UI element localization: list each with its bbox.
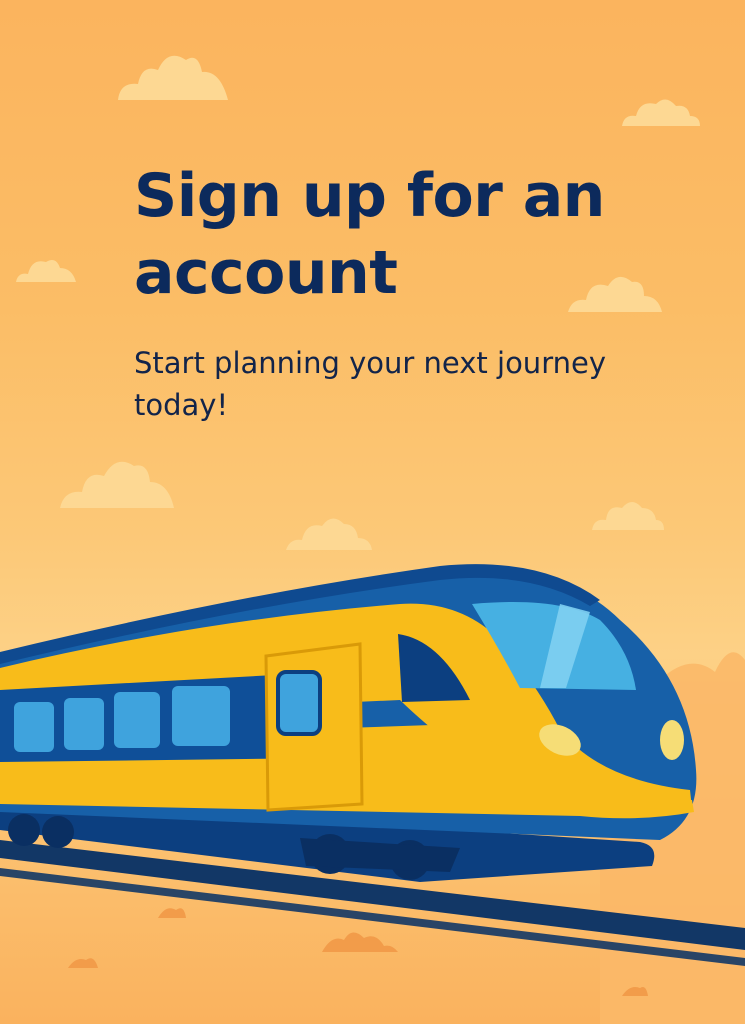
page-subtitle: Start planning your next journey today! <box>134 346 606 422</box>
page-title: Sign up for an account <box>134 161 605 308</box>
train-window <box>14 702 54 752</box>
train-window <box>114 692 160 748</box>
door-window <box>276 670 322 736</box>
signup-screen: Sign up for an account Start planning yo… <box>0 0 745 1024</box>
train-window <box>172 686 230 746</box>
train <box>0 564 697 882</box>
train-illustration <box>0 564 745 1024</box>
train-window <box>64 698 104 750</box>
signup-header: Sign up for an account Start planning yo… <box>134 158 674 426</box>
headlight <box>660 720 684 760</box>
